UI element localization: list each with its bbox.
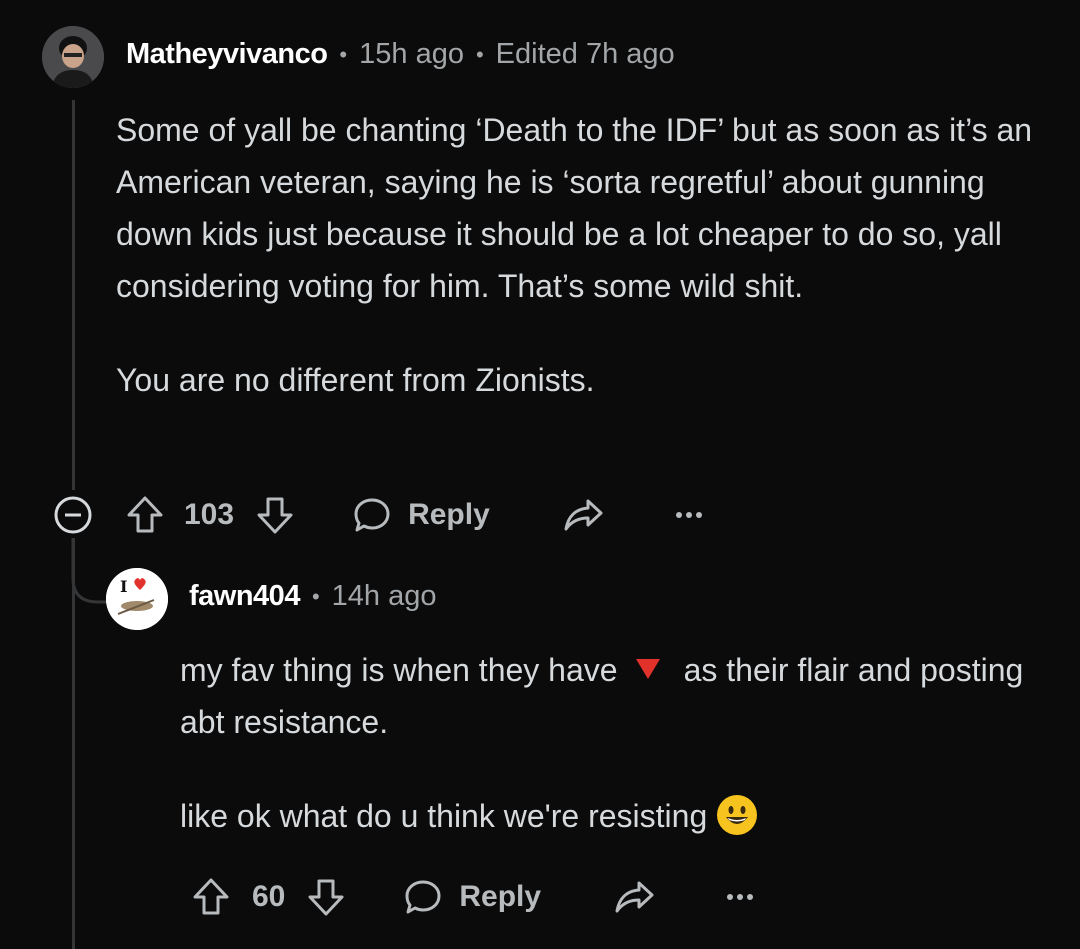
user-avatar-icon: [42, 26, 104, 88]
reply-button[interactable]: Reply: [352, 495, 490, 535]
edited-label: Edited 7h ago: [495, 38, 675, 70]
grinning-face-icon: [717, 794, 758, 835]
upvote-arrow-icon: [193, 878, 229, 915]
username[interactable]: Matheyvivanco: [126, 38, 328, 71]
reply-actions: 60 Reply: [192, 874, 755, 920]
comment-body: Some of yall be chanting ‘Death to the I…: [116, 104, 1036, 406]
separator-dot: •: [311, 583, 320, 609]
reply-paragraph-text: like ok what do u think we're resisting: [180, 798, 708, 834]
comment-paragraph: Some of yall be chanting ‘Death to the I…: [116, 112, 1033, 304]
separator-dot: •: [339, 41, 348, 67]
collapse-button[interactable]: [53, 495, 93, 535]
reply-meta: fawn404 • 14h ago: [189, 580, 436, 613]
upvote-button[interactable]: [126, 495, 164, 535]
reply-body: my fav thing is when they have as their f…: [180, 644, 1040, 842]
ellipsis-icon: [727, 894, 754, 900]
i-heart-avatar-icon: I: [106, 568, 168, 630]
comment-bubble-icon: [354, 498, 390, 532]
comment-paragraph: You are no different from Zionists.: [116, 362, 595, 398]
share-button[interactable]: [562, 497, 604, 533]
reply-label: Reply: [408, 498, 490, 531]
downvote-arrow-icon: [257, 497, 293, 534]
more-options-button[interactable]: [674, 510, 704, 520]
red-triangle-icon: [635, 658, 660, 679]
thread-line-main[interactable]: [72, 100, 75, 490]
reply-text-before-flag: my fav thing is when they have: [180, 652, 618, 688]
comment-meta: Matheyvivanco • 15h ago • Edited 7h ago: [126, 38, 675, 71]
ellipsis-icon: [675, 512, 702, 518]
share-arrow-icon: [564, 499, 603, 531]
timestamp: 14h ago: [331, 580, 437, 612]
separator-dot: •: [475, 41, 484, 67]
downvote-arrow-icon: [308, 879, 344, 916]
share-button[interactable]: [613, 879, 655, 915]
vote-count: 60: [252, 880, 286, 913]
reply-label: Reply: [459, 880, 542, 913]
comment-bubble-icon: [405, 880, 441, 914]
minus-circle-icon: [54, 496, 92, 534]
comment-actions: 103 Reply: [53, 492, 704, 538]
upvote-button[interactable]: [192, 877, 230, 917]
more-options-button[interactable]: [725, 892, 755, 902]
avatar[interactable]: [42, 26, 104, 88]
upvote-arrow-icon: [127, 496, 163, 533]
svg-text:I: I: [120, 577, 127, 596]
username[interactable]: fawn404: [189, 580, 300, 613]
timestamp: 15h ago: [359, 38, 464, 70]
vote-count: 103: [184, 498, 235, 531]
share-arrow-icon: [615, 881, 654, 913]
reply-button[interactable]: Reply: [403, 877, 541, 917]
downvote-button[interactable]: [307, 877, 345, 917]
reply-paragraph: my fav thing is when they have as their f…: [180, 644, 1040, 748]
reply-avatar[interactable]: I: [106, 568, 168, 630]
downvote-button[interactable]: [256, 495, 294, 535]
reply-paragraph: like ok what do u think we're resisting: [180, 790, 1040, 842]
